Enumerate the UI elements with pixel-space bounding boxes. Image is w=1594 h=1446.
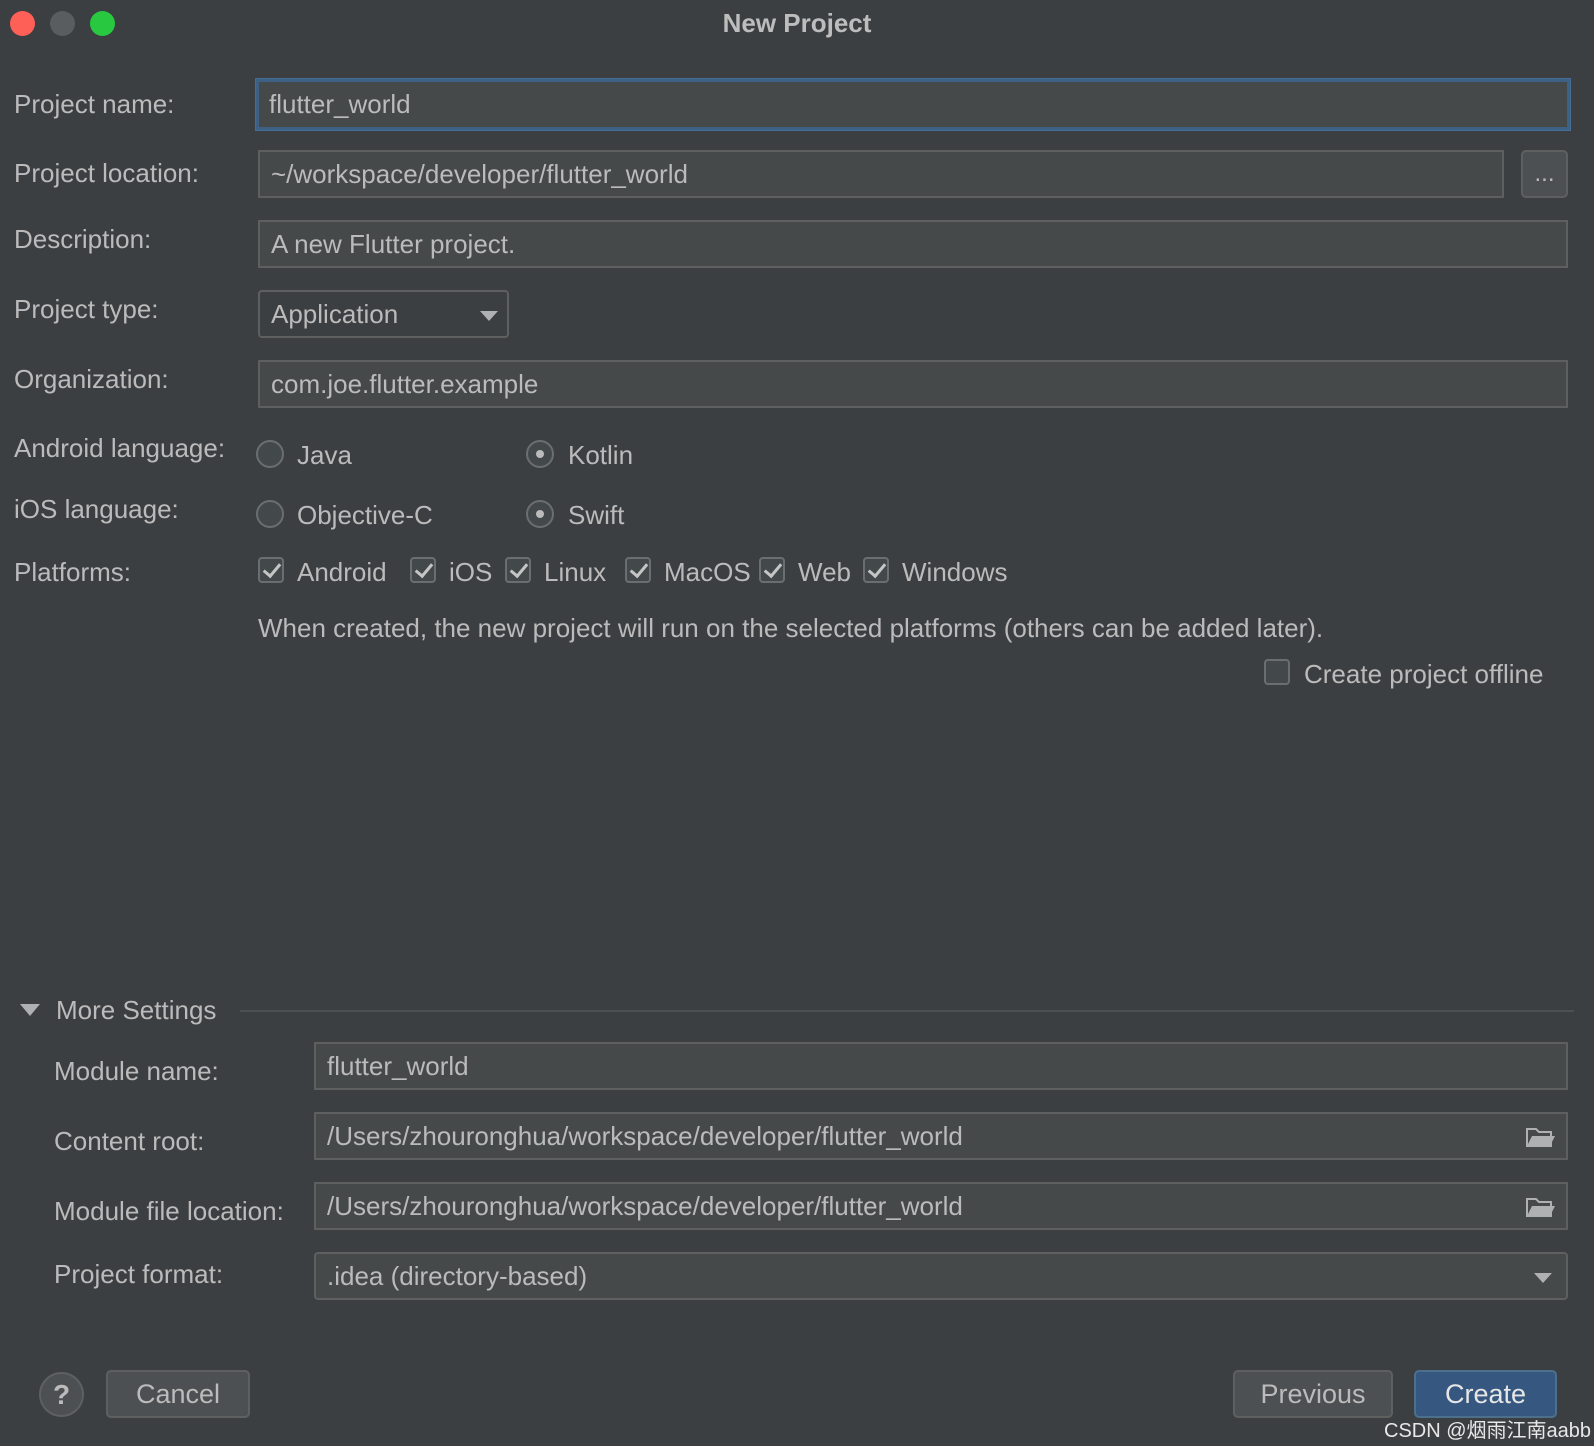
platform-macos-checkbox[interactable] xyxy=(625,557,651,583)
ios-objective-c-label: Objective-C xyxy=(297,500,433,530)
chevron-down-icon xyxy=(480,311,498,321)
project-name-input[interactable]: flutter_world xyxy=(256,79,1570,130)
ios-swift-radio[interactable] xyxy=(526,500,554,528)
platforms-hint: When created, the new project will run o… xyxy=(258,613,1324,643)
folder-icon[interactable] xyxy=(1526,1196,1556,1218)
description-value: A new Flutter project. xyxy=(271,228,516,259)
platforms-label: Platforms: xyxy=(14,557,132,587)
project-type-value: Application xyxy=(271,298,399,329)
content-root-label: Content root: xyxy=(54,1126,205,1156)
help-button[interactable]: ? xyxy=(39,1372,84,1417)
chevron-down-icon xyxy=(1534,1273,1552,1283)
module-file-location-input[interactable]: /Users/zhouronghua/workspace/developer/f… xyxy=(314,1182,1568,1230)
create-offline-checkbox[interactable] xyxy=(1264,659,1290,685)
more-settings-header[interactable]: More Settings xyxy=(56,995,216,1026)
module-file-location-label: Module file location: xyxy=(54,1196,284,1226)
project-format-value: .idea (directory-based) xyxy=(327,1260,588,1291)
module-name-label: Module name: xyxy=(54,1056,219,1086)
organization-label: Organization: xyxy=(14,364,169,394)
browse-location-button[interactable]: ... xyxy=(1521,150,1568,198)
android-java-radio[interactable] xyxy=(256,440,284,468)
create-button[interactable]: Create xyxy=(1414,1370,1557,1418)
android-java-label: Java xyxy=(297,440,352,470)
content-root-value: /Users/zhouronghua/workspace/developer/f… xyxy=(327,1120,963,1151)
organization-value: com.joe.flutter.example xyxy=(271,368,539,399)
collapse-triangle-icon[interactable] xyxy=(20,1004,40,1016)
module-file-location-value: /Users/zhouronghua/workspace/developer/f… xyxy=(327,1190,963,1221)
project-type-dropdown[interactable]: Application xyxy=(258,290,509,338)
platform-macos-label: MacOS xyxy=(664,557,751,587)
cancel-button[interactable]: Cancel xyxy=(106,1370,250,1418)
create-offline-label: Create project offline xyxy=(1304,659,1544,689)
title-bar: New Project xyxy=(0,0,1594,48)
project-type-label: Project type: xyxy=(14,294,159,324)
project-format-dropdown[interactable]: .idea (directory-based) xyxy=(314,1252,1568,1300)
android-kotlin-radio[interactable] xyxy=(526,440,554,468)
ios-language-label: iOS language: xyxy=(14,494,179,524)
android-language-label: Android language: xyxy=(14,433,226,463)
folder-icon[interactable] xyxy=(1526,1126,1556,1148)
watermark-text: CSDN @烟雨江南aabb xyxy=(1384,1420,1592,1442)
platform-linux-checkbox[interactable] xyxy=(505,557,531,583)
platform-web-checkbox[interactable] xyxy=(759,557,785,583)
description-label: Description: xyxy=(14,224,152,254)
project-location-value: ~/workspace/developer/flutter_world xyxy=(271,158,688,189)
project-name-value: flutter_world xyxy=(269,89,411,119)
platform-windows-label: Windows xyxy=(902,557,1008,587)
ios-objective-c-radio[interactable] xyxy=(256,500,284,528)
organization-input[interactable]: com.joe.flutter.example xyxy=(258,360,1568,408)
content-root-input[interactable]: /Users/zhouronghua/workspace/developer/f… xyxy=(314,1112,1568,1160)
android-kotlin-label: Kotlin xyxy=(568,440,634,470)
project-location-input[interactable]: ~/workspace/developer/flutter_world xyxy=(258,150,1504,198)
platform-linux-label: Linux xyxy=(544,557,607,587)
ios-swift-label: Swift xyxy=(568,500,625,530)
module-name-value: flutter_world xyxy=(327,1050,469,1081)
platform-web-label: Web xyxy=(798,557,851,587)
platform-android-label: Android xyxy=(297,557,387,587)
description-input[interactable]: A new Flutter project. xyxy=(258,220,1568,268)
platform-windows-checkbox[interactable] xyxy=(863,557,889,583)
dialog-title: New Project xyxy=(722,8,872,38)
platform-ios-label: iOS xyxy=(449,557,493,587)
project-location-label: Project location: xyxy=(14,158,199,188)
platform-android-checkbox[interactable] xyxy=(258,557,284,583)
more-settings-divider xyxy=(240,1010,1574,1012)
new-project-dialog: New Project Project name: flutter_world … xyxy=(0,0,1594,1446)
project-name-label: Project name: xyxy=(14,89,175,119)
platform-ios-checkbox[interactable] xyxy=(410,557,436,583)
project-format-label: Project format: xyxy=(54,1259,224,1289)
module-name-input[interactable]: flutter_world xyxy=(314,1042,1568,1090)
previous-button[interactable]: Previous xyxy=(1233,1370,1393,1418)
